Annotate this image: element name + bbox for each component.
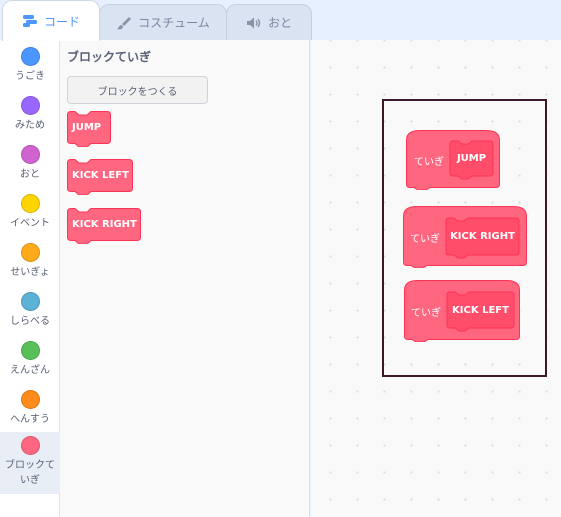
sensing-category-icon [20, 292, 40, 311]
category-label: うごき [15, 71, 45, 82]
tab-sound-label: おと [267, 16, 292, 30]
category-variables[interactable]: へんすう [0, 385, 60, 434]
palette-section-title: ブロックていぎ [67, 50, 152, 64]
palette-block-kick-right[interactable]: KICK RIGHT [67, 208, 141, 244]
category-label: おと [20, 169, 40, 180]
category-label: えんざん [10, 365, 50, 376]
category-label: しらべる [10, 316, 50, 327]
tab-costume[interactable]: コスチューム [99, 4, 227, 40]
define-block-jump[interactable]: ていぎ JUMP [406, 130, 500, 190]
palette-block-kick-left[interactable]: KICK LEFT [67, 159, 133, 195]
category-sensing[interactable]: しらべる [0, 287, 60, 336]
category-motion[interactable]: うごき [0, 42, 60, 91]
tab-code[interactable]: コード [2, 0, 100, 41]
category-menu: うごき みため おと イベント せいぎょ しらべる えんざん へんすう ブロック… [0, 40, 60, 517]
script-workspace[interactable]: ていぎ JUMP ていぎ KICK RIGHT ていぎ KICK LEFT [311, 40, 561, 517]
operators-category-icon [20, 341, 40, 360]
category-looks[interactable]: みため [0, 91, 60, 140]
define-block-kick-left[interactable]: ていぎ KICK LEFT [404, 280, 520, 342]
looks-category-icon [20, 96, 40, 115]
category-operators[interactable]: えんざん [0, 336, 60, 385]
block-label: KICK RIGHT [72, 219, 137, 230]
category-events[interactable]: イベント [0, 189, 60, 238]
speaker-icon [246, 16, 262, 30]
block-palette: ブロックていぎ ブロックをつくる JUMP KICK LEFT KICK RIG… [60, 40, 310, 517]
prototype-name: JUMP [456, 153, 487, 164]
category-label: みため [15, 120, 45, 131]
category-label: へんすう [10, 414, 50, 425]
tab-code-label: コード [43, 14, 80, 29]
category-label: ブロックていぎ [5, 460, 55, 486]
category-my-blocks[interactable]: ブロックていぎ [0, 432, 60, 494]
brush-icon [116, 15, 132, 31]
motion-category-icon [20, 47, 40, 66]
make-a-block-button[interactable]: ブロックをつくる [67, 76, 208, 104]
code-icon [22, 14, 38, 28]
editor-tabs: コード コスチューム おと [0, 0, 561, 41]
category-sound[interactable]: おと [0, 140, 60, 189]
palette-block-jump[interactable]: JUMP [67, 111, 111, 147]
category-label: イベント [10, 218, 50, 229]
tab-sound[interactable]: おと [226, 4, 312, 40]
define-label: ていぎ [411, 307, 441, 319]
sound-category-icon [20, 145, 40, 164]
category-label: せいぎょ [10, 267, 50, 278]
prototype-name: KICK LEFT [452, 304, 509, 316]
prototype-name: KICK RIGHT [450, 231, 515, 242]
define-label: ていぎ [410, 233, 440, 245]
variables-category-icon [20, 390, 40, 409]
block-label: JUMP [72, 122, 102, 133]
events-category-icon [20, 194, 40, 213]
define-block-kick-right[interactable]: ていぎ KICK RIGHT [403, 206, 527, 268]
my-blocks-category-icon [20, 436, 40, 455]
define-label: ていぎ [414, 156, 444, 168]
category-control[interactable]: せいぎょ [0, 238, 60, 287]
tab-costume-label: コスチューム [138, 16, 210, 30]
control-category-icon [20, 243, 40, 262]
block-label: KICK LEFT [72, 170, 129, 181]
